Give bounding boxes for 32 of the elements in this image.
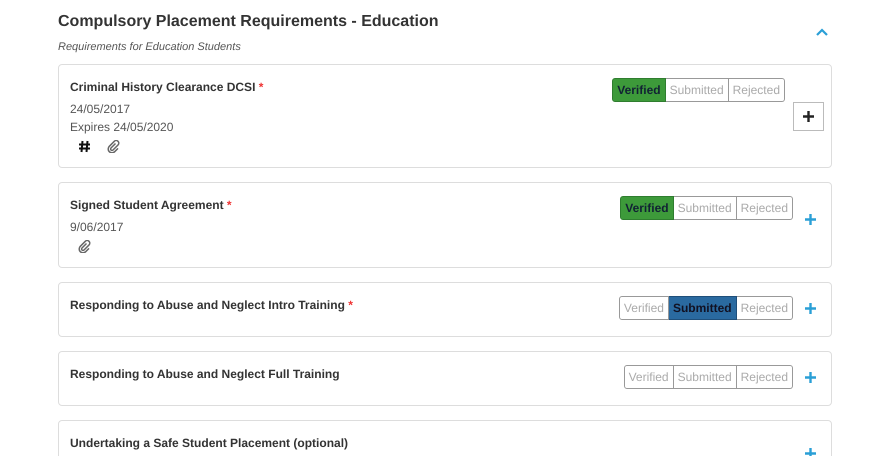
paperclip-icon[interactable] [78, 240, 91, 253]
status-toggle[interactable]: Submitted [674, 364, 737, 389]
plus-icon [805, 372, 816, 383]
requirement-date: 24/05/2017 [70, 100, 132, 118]
paperclip-icon[interactable] [107, 140, 120, 153]
hash-icon[interactable] [78, 140, 91, 153]
plus-icon [805, 214, 816, 225]
status-toggle[interactable]: Rejected [736, 364, 793, 389]
status-toggle[interactable]: Rejected [736, 196, 793, 220]
status-toggle[interactable]: Verified [612, 78, 666, 102]
plus-icon [805, 302, 816, 314]
requirement-title: Responding to Abuse and Neglect Intro Training * [70, 296, 353, 314]
requirement-title: Responding to Abuse and Neglect Full Training [70, 366, 340, 383]
requirement-date: 9/06/2017 [70, 218, 124, 236]
section-title: Compulsory Placement Requirements - Education [58, 12, 439, 32]
section-subtitle: Requirements for Education Students [58, 40, 242, 56]
requirement-title: Undertaking a Safe Student Placement (optional) [70, 434, 348, 452]
plus-icon [803, 110, 814, 122]
requirement-date: Expires 24/05/2020 [70, 118, 174, 136]
requirement-title: Signed Student Agreement * [70, 196, 232, 214]
status-toggle[interactable]: Verified [624, 364, 674, 389]
status-toggle[interactable]: Submitted [674, 196, 737, 220]
status-toggle[interactable]: Rejected [728, 78, 785, 102]
status-toggle[interactable]: Rejected [736, 296, 793, 320]
status-toggle[interactable]: Submitted [666, 78, 729, 102]
status-toggle[interactable]: Verified [620, 196, 674, 220]
status-toggle[interactable]: Submitted [668, 296, 737, 320]
requirement-title: Criminal History Clearance DCSI * [70, 78, 264, 96]
status-toggle[interactable]: Verified [618, 296, 669, 320]
add-button[interactable] [793, 102, 824, 131]
plus-icon [805, 448, 816, 456]
chevron-up-icon [816, 28, 828, 36]
